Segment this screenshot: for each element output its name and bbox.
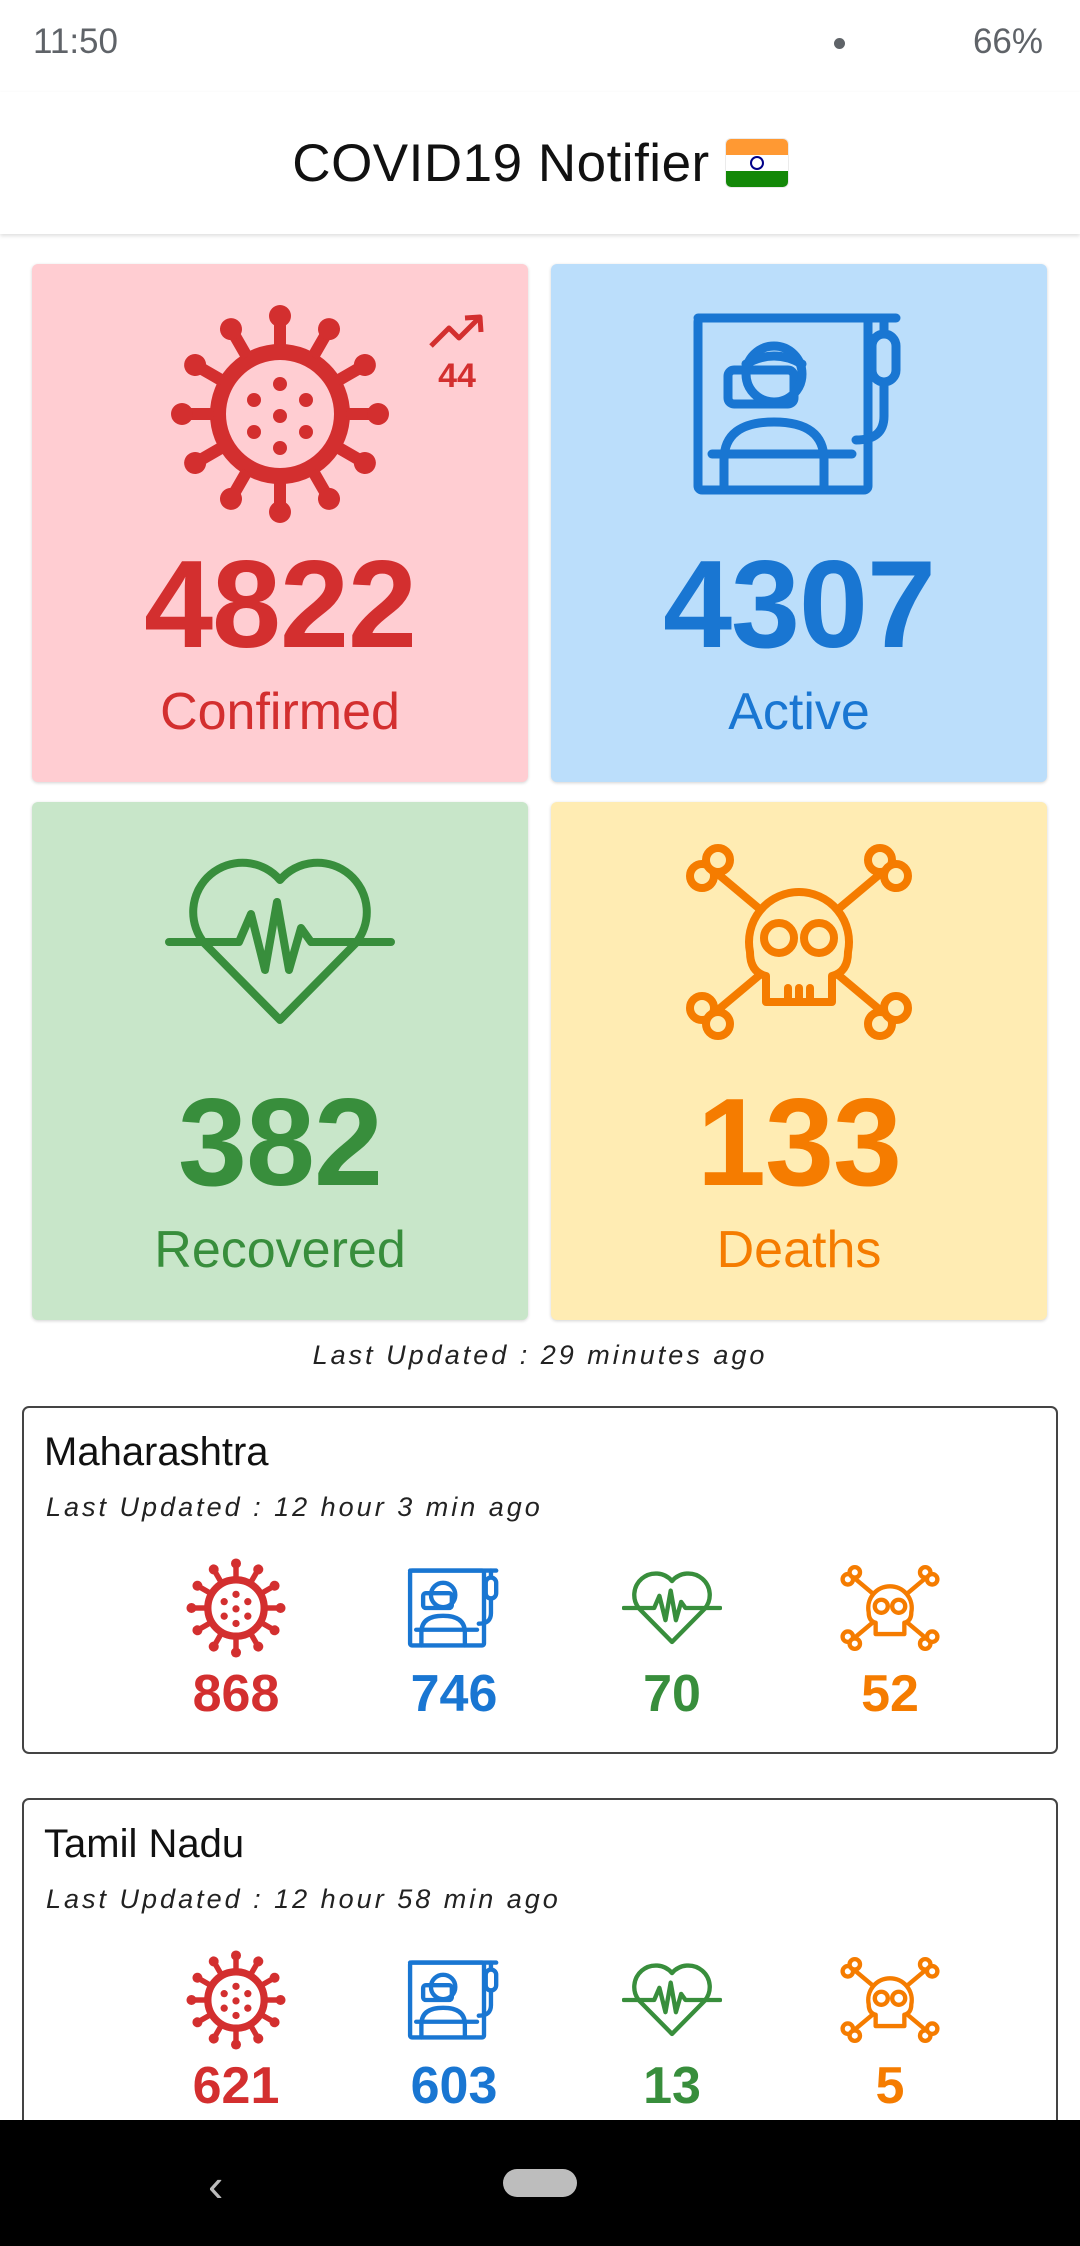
- virus-icon: [136, 1558, 336, 1658]
- status-time: 11:50: [33, 22, 118, 61]
- last-updated-text: Last Updated : 29 minutes ago: [312, 1340, 768, 1370]
- heartbeat-icon: [572, 1950, 772, 2050]
- skull-crossbones-icon: [551, 842, 1047, 1042]
- state-recovered: 13: [572, 1950, 772, 2116]
- state-recovered-count: 70: [643, 1665, 701, 1723]
- state-name: Tamil Nadu: [44, 1822, 245, 1866]
- virus-icon: [136, 1950, 336, 2050]
- trending-up-icon: [429, 314, 484, 348]
- home-pill-icon[interactable]: [503, 2169, 577, 2197]
- status-bar: 11:50 66%: [0, 0, 1080, 92]
- hospital-bed-icon: [354, 1558, 554, 1658]
- hospital-bed-icon: [354, 1950, 554, 2050]
- heartbeat-icon: [32, 842, 528, 1042]
- state-confirmed: 868: [136, 1558, 336, 1724]
- state-deaths-count: 52: [861, 1665, 919, 1723]
- state-deaths: 5: [790, 1950, 990, 2116]
- india-flag-icon: [725, 139, 788, 187]
- confirmed-count: 4822: [144, 536, 417, 674]
- state-recovered-count: 13: [643, 2057, 701, 2115]
- state-card-maharashtra[interactable]: Maharashtra Last Updated : 12 hour 3 min…: [22, 1406, 1058, 1754]
- state-active: 746: [354, 1558, 554, 1724]
- app-bar: COVID19 Notifier: [0, 92, 1080, 234]
- recovered-card[interactable]: 382 Recovered: [32, 802, 528, 1320]
- hospital-bed-icon: [551, 304, 1047, 504]
- notification-dot-icon: [834, 38, 845, 49]
- state-confirmed-count: 621: [192, 2057, 280, 2115]
- state-recovered: 70: [572, 1558, 772, 1724]
- confirmed-trend: 44: [412, 314, 502, 396]
- recovered-label: Recovered: [154, 1221, 406, 1279]
- state-last-updated: Last Updated : 12 hour 3 min ago: [46, 1492, 543, 1522]
- back-icon[interactable]: ‹: [208, 2158, 223, 2212]
- app-title: COVID19 Notifier: [292, 133, 710, 193]
- deaths-card[interactable]: 133 Deaths: [551, 802, 1047, 1320]
- state-deaths: 52: [790, 1558, 990, 1724]
- heartbeat-icon: [572, 1558, 772, 1658]
- state-name: Maharashtra: [44, 1430, 269, 1474]
- skull-crossbones-icon: [790, 1950, 990, 2050]
- confirmed-delta: 44: [438, 357, 476, 395]
- recovered-count: 382: [178, 1074, 383, 1212]
- system-nav-bar: ‹: [0, 2120, 1080, 2246]
- active-label: Active: [728, 683, 870, 741]
- skull-crossbones-icon: [790, 1558, 990, 1658]
- deaths-label: Deaths: [716, 1221, 882, 1279]
- deaths-count: 133: [697, 1074, 902, 1212]
- state-active-count: 746: [410, 1665, 498, 1723]
- state-last-updated: Last Updated : 12 hour 58 min ago: [46, 1884, 561, 1914]
- state-deaths-count: 5: [875, 2057, 905, 2115]
- active-count: 4307: [663, 536, 936, 674]
- state-active-count: 603: [410, 2057, 498, 2115]
- state-confirmed: 621: [136, 1950, 336, 2116]
- confirmed-label: Confirmed: [160, 683, 400, 741]
- state-card-tamil-nadu[interactable]: Tamil Nadu Last Updated : 12 hour 58 min…: [22, 1798, 1058, 2158]
- active-card[interactable]: 4307 Active: [551, 264, 1047, 782]
- state-active: 603: [354, 1950, 554, 2116]
- state-confirmed-count: 868: [192, 1665, 280, 1723]
- confirmed-card[interactable]: 44 4822 Confirmed: [32, 264, 528, 782]
- battery-percent: 66%: [972, 22, 1043, 61]
